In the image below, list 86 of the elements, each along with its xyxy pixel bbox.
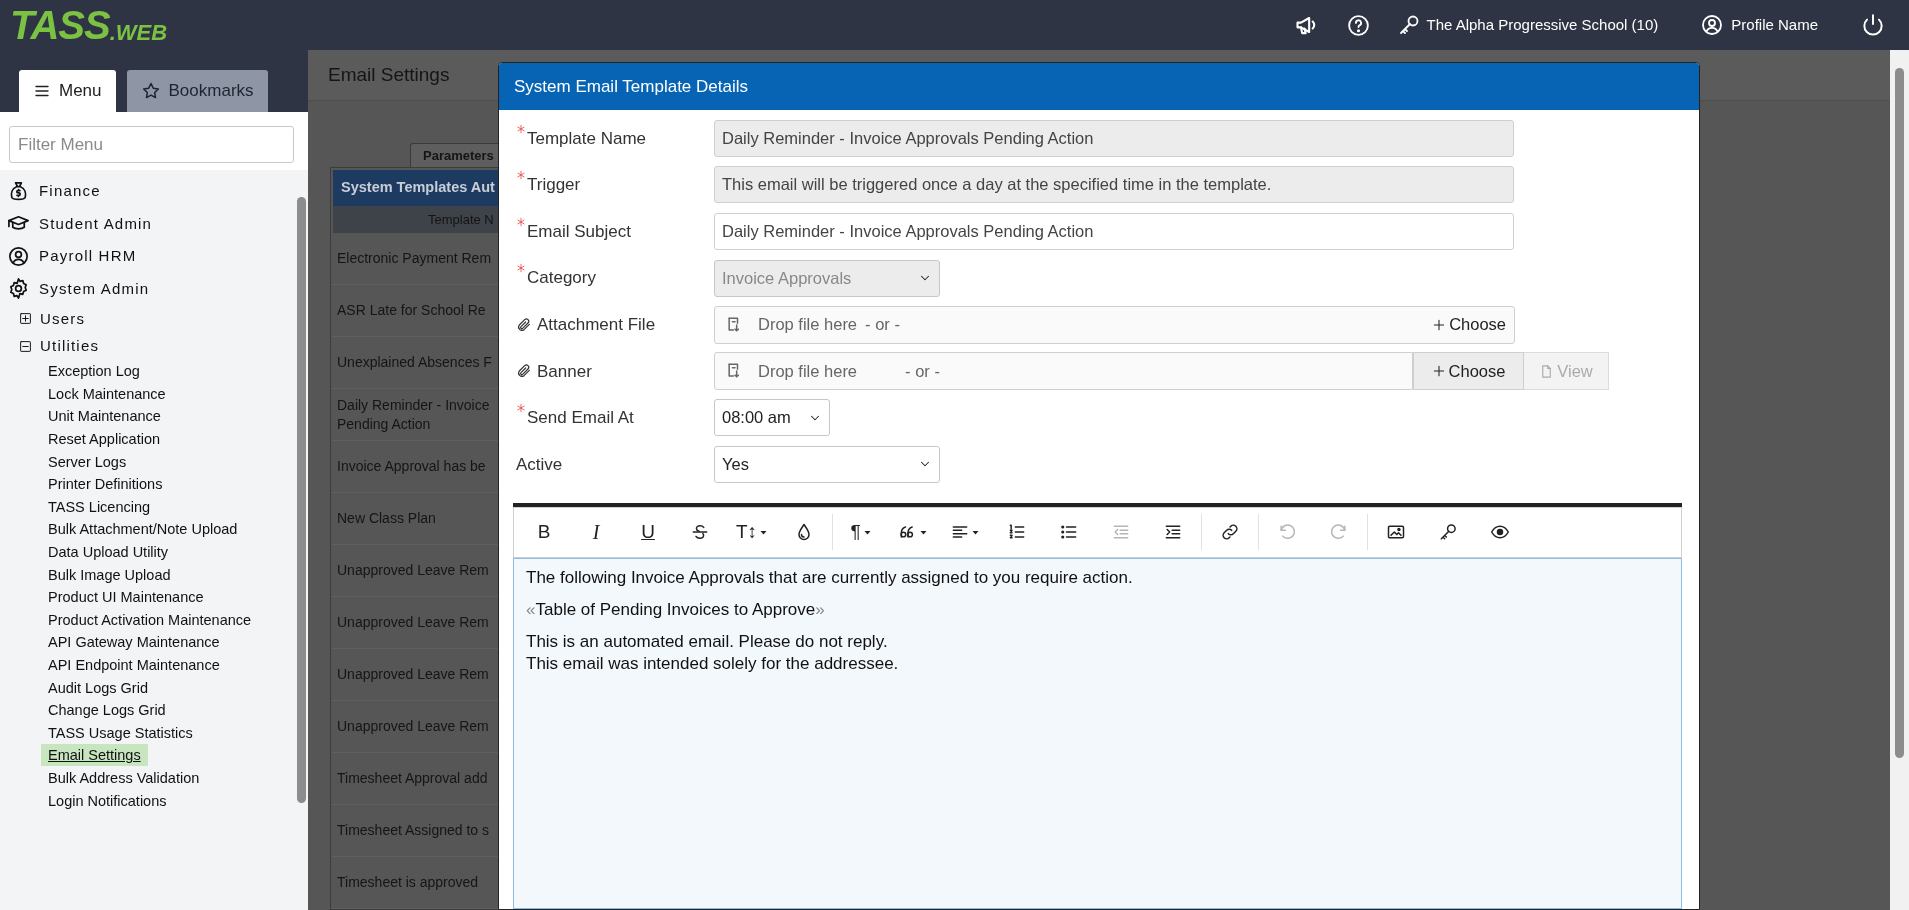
page-title: Email Settings bbox=[328, 62, 450, 87]
user-icon bbox=[7, 244, 30, 268]
paragraph: This is an automated email. Please do not reply. This email was intended solely for the addressee. bbox=[526, 630, 900, 675]
input-field[interactable]: Daily Reminder - Invoice Approvals Pending Action bbox=[714, 213, 1514, 250]
table-cell: Invoice Approval has be bbox=[337, 457, 486, 476]
school-selector[interactable]: The Alpha Progressive School (10) bbox=[1396, 13, 1659, 37]
help-icon[interactable] bbox=[1345, 12, 1371, 38]
menu-link[interactable]: Bulk Attachment/Note Upload bbox=[41, 518, 245, 541]
table-cell: Unapproved Leave Rem bbox=[337, 561, 489, 580]
menu-link[interactable]: Printer Definitions bbox=[41, 473, 170, 496]
readonly-field[interactable]: This email will be triggered once a day at the specified time in the template. bbox=[714, 166, 1514, 204]
menu-link[interactable]: Product UI Maintenance bbox=[41, 586, 211, 609]
field-label: Trigger bbox=[527, 174, 581, 197]
scrollbar[interactable] bbox=[1890, 50, 1909, 910]
field-label: Banner bbox=[537, 360, 592, 383]
menu-link[interactable]: Bulk Address Validation bbox=[41, 767, 207, 789]
field-label: Email Subject bbox=[527, 220, 631, 243]
table-cell: Daily Reminder - Invoice Pending Action bbox=[337, 395, 490, 434]
table-cell: Electronic Payment Rem bbox=[337, 249, 492, 268]
menu-link[interactable]: API Gateway Maintenance bbox=[41, 631, 227, 654]
logo: TASS.WEB bbox=[10, 5, 168, 45]
merge-field: «Table of Pending Invoices to Approve» bbox=[526, 598, 1669, 621]
plus-icon bbox=[1431, 364, 1446, 379]
menu-link[interactable]: Audit Logs Grid bbox=[41, 676, 155, 699]
dialog-title: System Email Template Details bbox=[499, 63, 1699, 110]
menu-link[interactable]: Login Notifications bbox=[41, 789, 174, 812]
menu-link[interactable]: Reset Application bbox=[41, 428, 168, 451]
format-button[interactable]: U bbox=[622, 512, 674, 553]
table-cell: New Class Plan bbox=[337, 509, 436, 528]
field-label: Attachment File bbox=[537, 313, 656, 336]
link-icon[interactable] bbox=[1220, 522, 1240, 543]
table-cell: Timesheet Assigned to s bbox=[337, 821, 489, 840]
menu-item[interactable]: System Admin bbox=[7, 272, 294, 305]
plus-icon bbox=[1432, 317, 1447, 332]
table-cell: ASR Late for School Re bbox=[337, 301, 486, 320]
menu-item[interactable]: Finance bbox=[7, 175, 294, 208]
paperclip-icon bbox=[516, 363, 532, 380]
format-button[interactable]: T↕ bbox=[726, 512, 778, 553]
menu-link[interactable]: Product Activation Maintenance bbox=[41, 608, 259, 631]
table-cell: Unapproved Leave Rem bbox=[337, 717, 489, 736]
table-cell: Unapproved Leave Rem bbox=[337, 665, 489, 684]
field-label: Active bbox=[516, 453, 563, 476]
field-label: Category bbox=[527, 267, 596, 290]
profile-menu[interactable]: Profile Name bbox=[1700, 13, 1818, 37]
filter-field[interactable]: Filter Menu bbox=[9, 126, 294, 163]
menu-link[interactable]: API Endpoint Maintenance bbox=[41, 654, 227, 676]
table-cell: Timesheet is approved bbox=[337, 873, 479, 892]
menu-link[interactable]: Bulk Image Upload bbox=[41, 563, 178, 586]
file-drop-zone[interactable]: Drop file here - or - Choose bbox=[714, 305, 1515, 344]
field-label: Send Email At bbox=[527, 407, 634, 430]
readonly-field[interactable]: Daily Reminder - Invoice Approvals Pending Action bbox=[714, 119, 1514, 157]
menu-link[interactable]: Change Logs Grid bbox=[41, 699, 173, 722]
menu-link[interactable]: TASS Usage Statistics bbox=[41, 721, 200, 744]
menu-link[interactable]: Lock Maintenance bbox=[41, 382, 173, 405]
gear-icon bbox=[7, 277, 30, 301]
choose-button[interactable]: Choose bbox=[1426, 305, 1512, 344]
sidebar-tab[interactable]: Menu bbox=[19, 70, 116, 112]
view-button: View bbox=[1524, 352, 1609, 391]
field-label: Template Name bbox=[527, 127, 647, 150]
menu-group[interactable]: Utilities bbox=[7, 332, 294, 360]
star-icon bbox=[140, 81, 161, 101]
select-field[interactable]: Yes bbox=[714, 445, 940, 483]
menu-link[interactable]: Unit Maintenance bbox=[41, 405, 168, 428]
user-icon bbox=[1700, 13, 1725, 37]
file-drop-zone[interactable]: Drop file here - or - bbox=[714, 352, 1413, 391]
paperclip-icon bbox=[516, 316, 532, 333]
menu-link[interactable]: Exception Log bbox=[41, 360, 147, 383]
menu-item[interactable]: Payroll HRM bbox=[7, 240, 294, 273]
format-button[interactable]: I bbox=[570, 512, 622, 553]
menu-link[interactable]: Data Upload Utility bbox=[41, 541, 176, 564]
menu-link[interactable]: TASS Licencing bbox=[41, 495, 158, 518]
table-cell: Timesheet Approval add bbox=[337, 769, 488, 788]
menu-link[interactable]: Server Logs bbox=[41, 450, 134, 473]
table-cell: Unapproved Leave Rem bbox=[337, 613, 489, 632]
table-cell: Unexplained Absences F bbox=[337, 353, 492, 372]
choose-button[interactable]: Choose bbox=[1413, 352, 1524, 391]
format-button[interactable]: B bbox=[518, 512, 570, 553]
menu-link[interactable]: Email Settings bbox=[41, 744, 148, 767]
select-field[interactable]: 08:00 am bbox=[714, 399, 830, 437]
power-icon[interactable] bbox=[1860, 12, 1886, 38]
paragraph: The following Invoice Approvals that are currently assigned to you require action. bbox=[526, 566, 1134, 589]
sidebar-tab[interactable]: Bookmarks bbox=[126, 70, 268, 112]
select-field: Invoice Approvals bbox=[714, 259, 940, 297]
menu-item[interactable]: Student Admin bbox=[7, 207, 294, 240]
menu-group[interactable]: Users bbox=[7, 305, 294, 333]
format-button[interactable]: ¶ bbox=[835, 512, 887, 553]
